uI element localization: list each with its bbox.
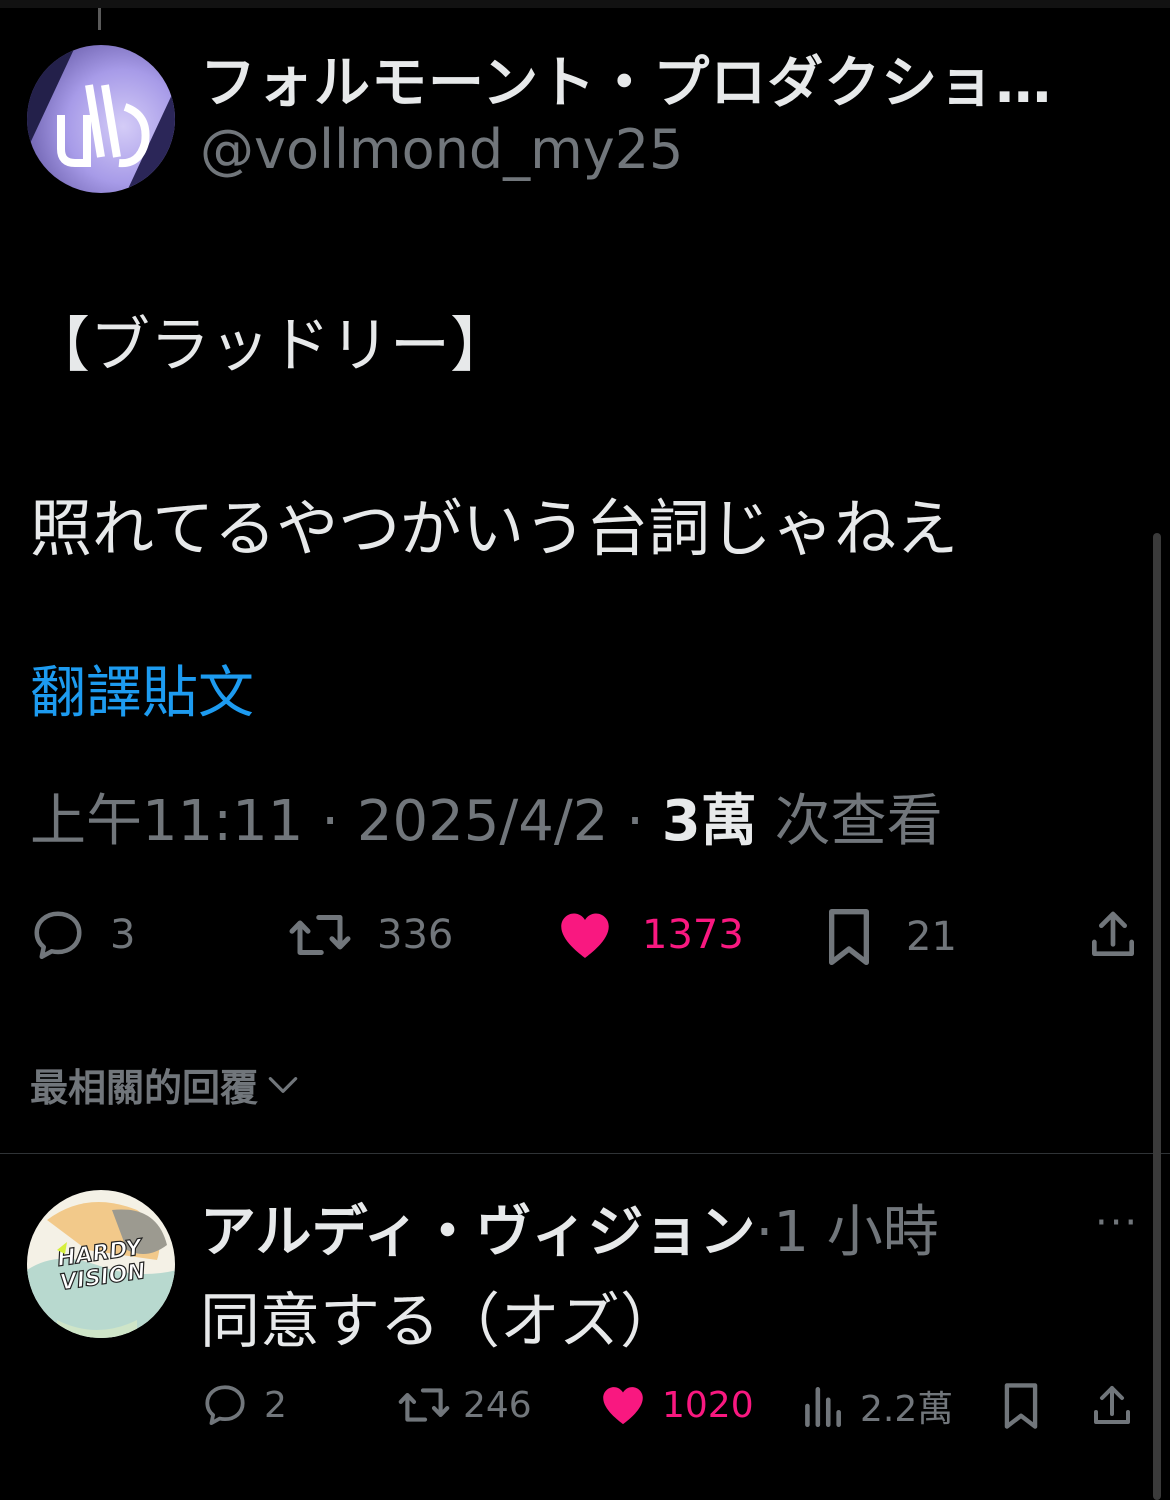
reply-reply-count: 2 xyxy=(264,1384,287,1426)
reply-views-count: 2.2萬 xyxy=(860,1389,954,1430)
reply-header: アルディ・ヴィジョン·1 小時 xyxy=(200,1187,939,1268)
like-count: 1373 xyxy=(642,912,744,958)
views-icon xyxy=(805,1387,841,1428)
share-icon xyxy=(1094,1386,1130,1424)
author-name[interactable]: フォルモーント・プロダクショ… xyxy=(200,38,1052,119)
reply-repost-button[interactable]: 246 xyxy=(397,1380,532,1430)
reply-author-name[interactable]: アルディ・ヴィジョン xyxy=(200,1200,756,1265)
reply-views-button[interactable]: 2.2萬 xyxy=(800,1380,953,1432)
tweet-text-line1: 【ブラッドリー】 xyxy=(30,311,510,381)
reply-button[interactable]: 3 xyxy=(28,905,135,965)
reply-icon xyxy=(34,911,82,959)
top-strip xyxy=(0,0,1170,8)
repost-icon xyxy=(289,915,351,955)
reply-share-button[interactable] xyxy=(1088,1380,1136,1432)
bookmark-count: 21 xyxy=(906,914,957,960)
tweet-text-line2: 照れてるやつがいう台詞じゃねえ xyxy=(30,492,959,565)
replies-sort-label: 最相關的回覆 xyxy=(30,1066,259,1110)
repost-button[interactable]: 336 xyxy=(287,905,453,965)
author-avatar[interactable] xyxy=(27,45,175,193)
reply-reply-button[interactable]: 2 xyxy=(200,1380,287,1430)
like-button[interactable]: 1373 xyxy=(555,905,744,965)
repost-icon xyxy=(398,1388,450,1422)
chevron-down-icon xyxy=(268,1076,298,1093)
tweet-date[interactable]: 2025/4/2 xyxy=(357,789,609,854)
share-button[interactable] xyxy=(1085,905,1141,965)
tweet-time[interactable]: 上午11:11 xyxy=(30,789,303,854)
reply-repost-count: 246 xyxy=(463,1384,532,1426)
replies-sort-dropdown[interactable]: 最相關的回覆 xyxy=(30,1057,302,1112)
reply-like-count: 1020 xyxy=(662,1384,754,1426)
reply-bookmark-button[interactable] xyxy=(998,1380,1044,1432)
more-options-button[interactable]: ··· xyxy=(1095,1200,1139,1246)
meta-separator: · xyxy=(626,789,644,854)
bookmark-button[interactable]: 21 xyxy=(822,905,957,969)
avatar-logo-icon xyxy=(27,45,175,193)
reply-like-button[interactable]: 1020 xyxy=(598,1380,754,1430)
views-label: 次查看 xyxy=(774,789,943,854)
thread-line xyxy=(98,8,101,30)
reply-author-avatar[interactable]: HARDY VISION xyxy=(27,1190,175,1338)
avatar-logo-icon: HARDY VISION xyxy=(27,1202,175,1338)
meta-separator: · xyxy=(321,789,340,854)
reply-text: 同意する（オズ） xyxy=(200,1287,680,1357)
reply-separator: · xyxy=(755,1200,774,1265)
share-icon xyxy=(1092,911,1134,956)
like-icon-filled xyxy=(561,913,609,958)
tweet-metadata: 上午11:11 · 2025/4/2 · 3萬 次查看 xyxy=(30,776,943,857)
translate-post-link[interactable]: 翻譯貼文 xyxy=(30,648,254,729)
author-handle[interactable]: @vollmond_my25 xyxy=(200,118,683,181)
divider xyxy=(0,1153,1170,1154)
scrollbar[interactable] xyxy=(1153,533,1161,1500)
bookmark-icon xyxy=(1004,1383,1038,1429)
reply-icon xyxy=(205,1385,245,1425)
like-icon-filled xyxy=(603,1387,643,1425)
views-count: 3萬 xyxy=(661,789,757,854)
reply-count: 3 xyxy=(110,912,136,958)
reply-time[interactable]: 1 小時 xyxy=(773,1200,938,1265)
repost-count: 336 xyxy=(377,912,454,958)
bookmark-icon xyxy=(829,909,869,965)
